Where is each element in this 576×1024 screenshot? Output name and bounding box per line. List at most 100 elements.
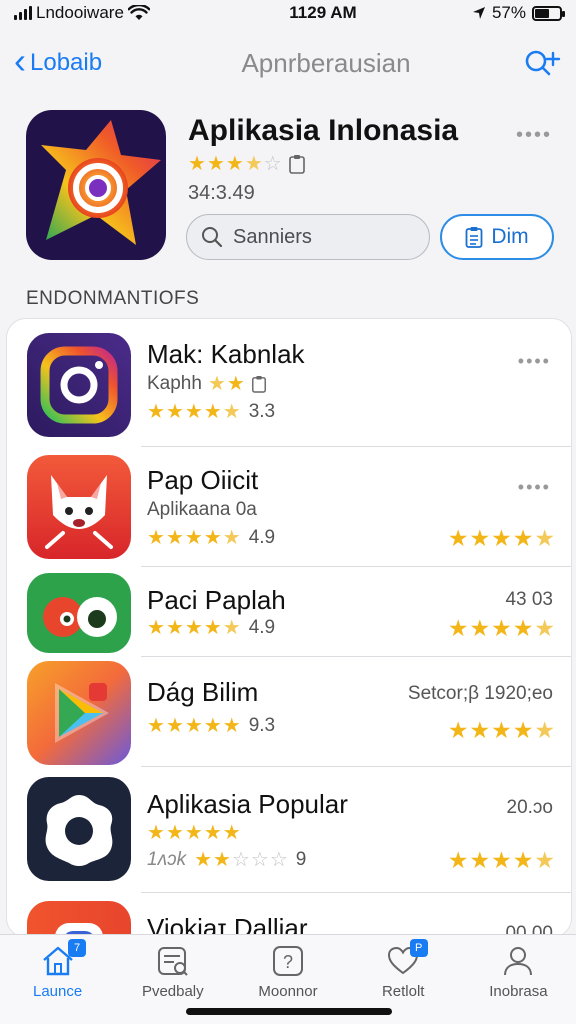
rating-value: 4.9 — [248, 527, 276, 548]
user-rating-stars: ★ ★ ★ ★ ★ — [448, 849, 555, 872]
location-arrow-icon — [472, 7, 485, 19]
star-icon: ★ — [447, 847, 469, 873]
clipboard-icon — [251, 376, 266, 393]
battery-icon — [532, 5, 565, 21]
tab-label: Inobrasa — [489, 983, 548, 1000]
star-icon: ★ — [165, 617, 184, 639]
star-icon: ★ — [534, 525, 555, 551]
status-bar: Lndooiware 1129 AM 57% — [0, 0, 576, 26]
featured-app-icon — [26, 110, 166, 260]
star-icon: ★ — [147, 715, 165, 737]
star-icon: ★ — [534, 717, 555, 743]
more-options-icon[interactable]: •••• — [518, 477, 551, 498]
small-stars: ★ ★ — [207, 373, 245, 395]
star-icon: ★ — [469, 847, 491, 873]
tab-badge: 7 — [68, 939, 86, 957]
star-icon: ★ — [222, 527, 241, 549]
back-label: Lobaib — [30, 49, 103, 76]
star-icon: ☆ — [231, 849, 250, 871]
star-icon: ★ — [491, 717, 512, 743]
row-meta: 20.ɔo — [506, 797, 553, 818]
app-name: Mak: Kabnlak — [147, 339, 305, 369]
star-icon: ★ — [147, 822, 165, 844]
star-icon: ★ — [206, 153, 225, 175]
more-options-icon[interactable]: •••• — [518, 351, 551, 372]
list-item[interactable]: Mak: Kabnlak •••• Kaphh ★ ★ ★ ★ ★ ★ ★ 3.3 — [7, 319, 571, 447]
get-button-label: Dim — [491, 225, 529, 248]
search-placeholder: Sanniers — [233, 225, 312, 248]
carrier-label: Lndooiware — [36, 3, 124, 22]
star-icon: ★ — [203, 617, 222, 639]
star-icon: ★ — [147, 401, 165, 423]
rating-stars: ★ ★ ★ ★ ★ — [147, 528, 241, 548]
rating-value: 9 — [295, 849, 307, 870]
star-icon: ★ — [491, 847, 512, 873]
star-icon: ★ — [203, 401, 222, 423]
secondary-rating-prefix: 1ʌɔk — [147, 849, 187, 870]
star-icon: ★ — [184, 401, 203, 423]
star-icon: ★ — [469, 615, 491, 641]
clipboard-icon — [288, 155, 305, 174]
row-meta: 43 03 — [505, 589, 553, 610]
star-icon: ★ — [213, 849, 231, 871]
search-input[interactable]: Sanniers — [186, 214, 430, 260]
question-icon: ? — [273, 946, 303, 976]
list-item[interactable]: Pap Oiicit •••• Aplikaana 0a ★ ★ ★ ★ ★ 4.9 ★… — [7, 447, 571, 567]
app-name: Aplikasia Popular — [147, 789, 348, 819]
get-button[interactable]: Dim — [440, 214, 554, 260]
rating-value: 3.3 — [248, 401, 276, 422]
tab-inobrasa[interactable]: Inobrasa — [461, 935, 576, 1024]
star-icon: ★ — [534, 615, 555, 641]
search-add-button[interactable] — [512, 47, 562, 79]
rating-value: 9.3 — [248, 715, 276, 736]
star-icon: ★ — [469, 717, 491, 743]
list-item[interactable]: Aplikasia Popular 20.ɔo ★ ★ ★ ★ ★ 1ʌɔk ★ ★ ☆ ☆ ☆… — [7, 767, 571, 893]
tab-badge: P — [409, 939, 428, 957]
star-icon: ★ — [184, 527, 203, 549]
tab-launce[interactable]: 7 Launce — [0, 935, 115, 1024]
home-indicator[interactable] — [186, 1008, 392, 1015]
app-subtitle: Kaphh — [147, 373, 202, 394]
app-name: Pap Oiicit — [147, 465, 259, 495]
app-name: Paci Paplah — [147, 585, 286, 615]
app-list: Mak: Kabnlak •••• Kaphh ★ ★ ★ ★ ★ ★ ★ 3.3 — [6, 318, 572, 938]
star-icon: ★ — [512, 615, 534, 641]
star-icon: ☆ — [263, 153, 282, 175]
clipboard-list-icon — [465, 227, 483, 248]
star-icon: ★ — [147, 527, 165, 549]
row-meta: Setcor;β 1920;eo — [407, 683, 553, 704]
tab-label: Launce — [32, 983, 83, 1000]
star-icon: ★ — [184, 715, 203, 737]
back-button[interactable]: ‹ Lobaib — [14, 43, 164, 79]
star-icon: ★ — [184, 822, 203, 844]
rating-stars: ★ ★ ★ ★ ★ — [147, 716, 241, 736]
star-icon: ★ — [491, 525, 512, 551]
featured-app-card[interactable]: Aplikasia Inlonasia •••• ★ ★ ★ ★ ☆ 34:3.49 S… — [26, 108, 556, 268]
featured-rating-stars: ★ ★ ★ ★ ☆ — [188, 154, 282, 174]
list-item[interactable]: Dág Bilim Setcor;β 1920;eo ★ ★ ★ ★ ★ 9.3 ★ ★ ★… — [7, 657, 571, 767]
more-options-icon[interactable]: •••• — [516, 124, 552, 147]
star-icon: ★ — [203, 822, 222, 844]
star-icon: ★ — [165, 401, 184, 423]
rating-value: 4.9 — [248, 617, 276, 638]
user-rating-stars: ★ ★ ★ ★ ★ — [448, 719, 555, 742]
rating-stars: ★ ★ ★ ★ ★ — [147, 402, 241, 422]
list-item[interactable]: Viokiaɪ Dalliar 00.00 — [7, 893, 571, 937]
app-name: Dág Bilim — [147, 677, 259, 707]
star-icon: ★ — [491, 615, 512, 641]
battery-percent: 57% — [491, 3, 526, 22]
eyes-app-icon — [27, 573, 131, 653]
rating-stars: ★ ★ ★ ★ ★ — [147, 618, 241, 638]
tab-label: Pvedbaly — [141, 983, 204, 1000]
star-icon: ★ — [447, 615, 469, 641]
star-icon: ★ — [165, 527, 184, 549]
svg-text:?: ? — [283, 952, 293, 972]
star-icon: ★ — [447, 525, 469, 551]
person-icon — [504, 947, 533, 976]
star-icon: ☆ — [250, 849, 269, 871]
star-icon: ★ — [534, 847, 555, 873]
list-search-icon — [157, 947, 188, 976]
user-rating-stars: ★ ★ ★ ★ ★ — [448, 527, 555, 550]
list-item[interactable]: Paci Paplah 43 03 ★ ★ ★ ★ ★ 4.9 ★ ★ ★ ★ ★ — [7, 567, 571, 657]
app-subtitle: Aplikaana 0a — [147, 499, 257, 520]
